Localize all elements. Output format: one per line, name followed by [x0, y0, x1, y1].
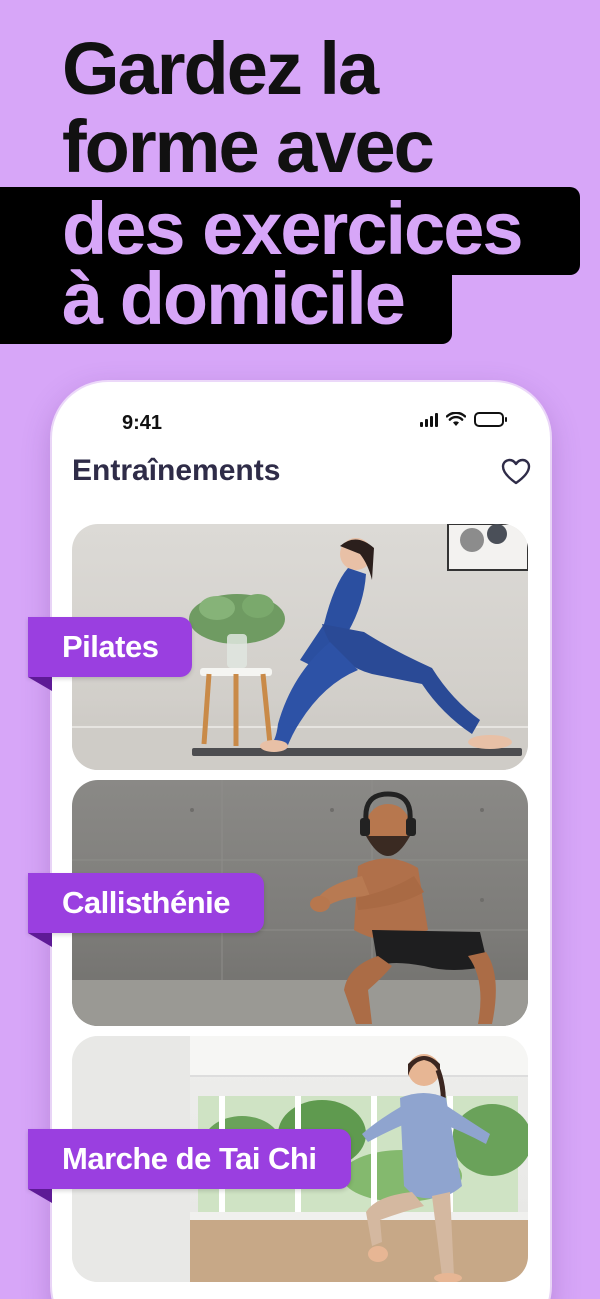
status-icons	[420, 412, 507, 427]
wifi-icon	[446, 412, 466, 426]
cellular-signal-icon	[420, 412, 438, 427]
status-time: 9:41	[122, 412, 163, 434]
battery-icon	[474, 412, 507, 427]
headline-line-4: à domicile	[62, 257, 406, 340]
status-bar: 9:41	[52, 382, 550, 452]
heart-icon[interactable]	[500, 456, 532, 488]
workout-label-pilates[interactable]: Pilates	[28, 617, 193, 677]
workout-label-calisthenics[interactable]: Callisthénie	[28, 873, 264, 933]
headline-line-2: forme avec	[62, 105, 435, 188]
workout-label-tai-chi[interactable]: Marche de Tai Chi	[28, 1129, 351, 1189]
page-title: Entraînements	[72, 454, 281, 487]
headline-line-3: des exercices	[62, 187, 524, 270]
promo-headline: Gardez la forme avec des exercices à dom…	[0, 0, 600, 360]
headline-line-1: Gardez la	[62, 27, 379, 110]
